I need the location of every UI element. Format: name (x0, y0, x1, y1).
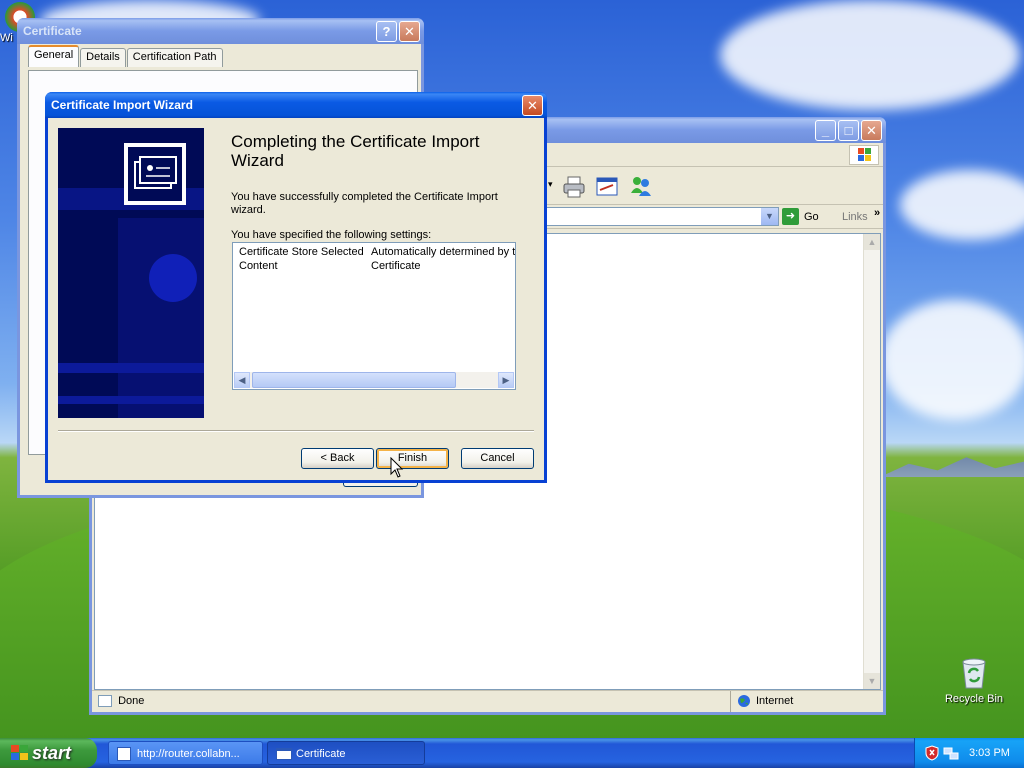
scroll-left-icon[interactable]: ◀ (234, 372, 250, 388)
close-button[interactable]: ✕ (522, 95, 543, 116)
dropdown-arrow-icon[interactable]: ▾ (548, 179, 553, 190)
cloud (720, 0, 1020, 110)
ie-window-icon (117, 747, 131, 761)
messenger-icon[interactable] (628, 173, 654, 199)
desktop-icon-recycle-bin[interactable]: Recycle Bin (940, 656, 1008, 705)
zone-text: Internet (756, 695, 794, 707)
close-button[interactable]: ✕ (399, 21, 420, 42)
security-zone: Internet (737, 694, 793, 708)
ie-statusbar: Done Internet (92, 690, 883, 712)
edit-icon[interactable] (595, 175, 619, 199)
tab-certification-path[interactable]: Certification Path (126, 48, 223, 67)
maximize-button[interactable]: □ (838, 120, 859, 141)
security-shield-icon[interactable] (925, 745, 939, 761)
wizard-body: Completing the Certificate Import Wizard… (48, 118, 544, 480)
finish-button[interactable]: Finish (376, 448, 449, 469)
setting-key: Content (239, 260, 278, 272)
help-button[interactable]: ? (376, 21, 397, 42)
vertical-scrollbar[interactable]: ▲ ▼ (863, 234, 880, 689)
taskbar: start http://router.collabn... Certifica… (0, 738, 1024, 768)
settings-list[interactable]: Certificate Store Selected Automatically… (232, 242, 516, 390)
close-button[interactable]: ✕ (861, 120, 882, 141)
list-item: Certificate Store Selected Automatically… (239, 246, 515, 258)
address-dropdown-icon[interactable]: ▼ (761, 208, 778, 225)
go-arrow-icon: ➜ (782, 208, 799, 225)
start-label: start (32, 743, 72, 763)
setting-key: Certificate Store Selected (239, 246, 364, 258)
back-button[interactable]: < Back (301, 448, 374, 469)
windows-logo (849, 145, 879, 165)
settings-caption: You have specified the following setting… (231, 229, 432, 241)
window-icon (276, 748, 292, 760)
divider (58, 430, 534, 432)
recycle-bin-label: Recycle Bin (944, 693, 1004, 705)
scroll-right-icon[interactable]: ▶ (498, 372, 514, 388)
taskbar-item-ie[interactable]: http://router.collabn... (108, 741, 263, 765)
links-label[interactable]: Links (842, 211, 868, 223)
certificate-titlebar[interactable]: Certificate ? ✕ (17, 18, 424, 44)
wizard-banner (58, 128, 204, 418)
mountains (880, 457, 1024, 477)
import-wizard-window: Certificate Import Wizard ✕ Completing t… (45, 92, 547, 483)
windows-flag-icon (11, 745, 28, 760)
links-chevron-icon[interactable]: » (874, 207, 880, 219)
status-divider (730, 691, 731, 712)
taskbar-item-certificate[interactable]: Certificate (267, 741, 425, 765)
go-label: Go (804, 210, 819, 223)
wizard-titlebar[interactable]: Certificate Import Wizard ✕ (45, 92, 547, 118)
clock: 3:03 PM (969, 747, 1010, 759)
tab-details[interactable]: Details (80, 48, 126, 67)
status-text: Done (118, 695, 145, 707)
system-tray: 3:03 PM (914, 738, 1024, 768)
network-icon[interactable] (943, 745, 959, 761)
globe-icon (738, 695, 750, 707)
cloud (880, 300, 1024, 420)
setting-value: Automatically determined by t (371, 246, 516, 258)
horizontal-scrollbar[interactable]: ◀ ▶ (234, 372, 514, 388)
certificate-banner-graphic (58, 143, 204, 418)
go-button[interactable]: ➜ Go (782, 207, 819, 226)
scroll-up-icon[interactable]: ▲ (864, 234, 880, 250)
print-icon[interactable] (562, 175, 586, 199)
setting-value: Certificate (371, 260, 421, 272)
success-message: You have successfully completed the Cert… (231, 191, 498, 216)
cancel-button[interactable]: Cancel (461, 448, 534, 469)
scroll-down-icon[interactable]: ▼ (864, 673, 880, 689)
tab-strip: General Details Certification Path (28, 45, 224, 67)
minimize-button[interactable]: _ (815, 120, 836, 141)
cloud (900, 170, 1024, 240)
tab-general[interactable]: General (28, 45, 80, 67)
mouse-cursor-icon (390, 457, 404, 478)
wizard-heading: Completing the Certificate Import Wizard (231, 132, 480, 170)
start-button[interactable]: start (0, 738, 97, 768)
scroll-thumb[interactable] (252, 372, 456, 388)
list-item: Content Certificate (239, 260, 421, 272)
page-icon (98, 695, 112, 708)
taskbar-item-label: Certificate (296, 748, 346, 760)
windows-flag-icon (858, 148, 871, 161)
recycle-bin-icon (962, 658, 986, 689)
wizard-title: Certificate Import Wizard (51, 98, 193, 112)
window-title: Certificate (23, 24, 82, 38)
taskbar-item-label: http://router.collabn... (137, 748, 240, 760)
